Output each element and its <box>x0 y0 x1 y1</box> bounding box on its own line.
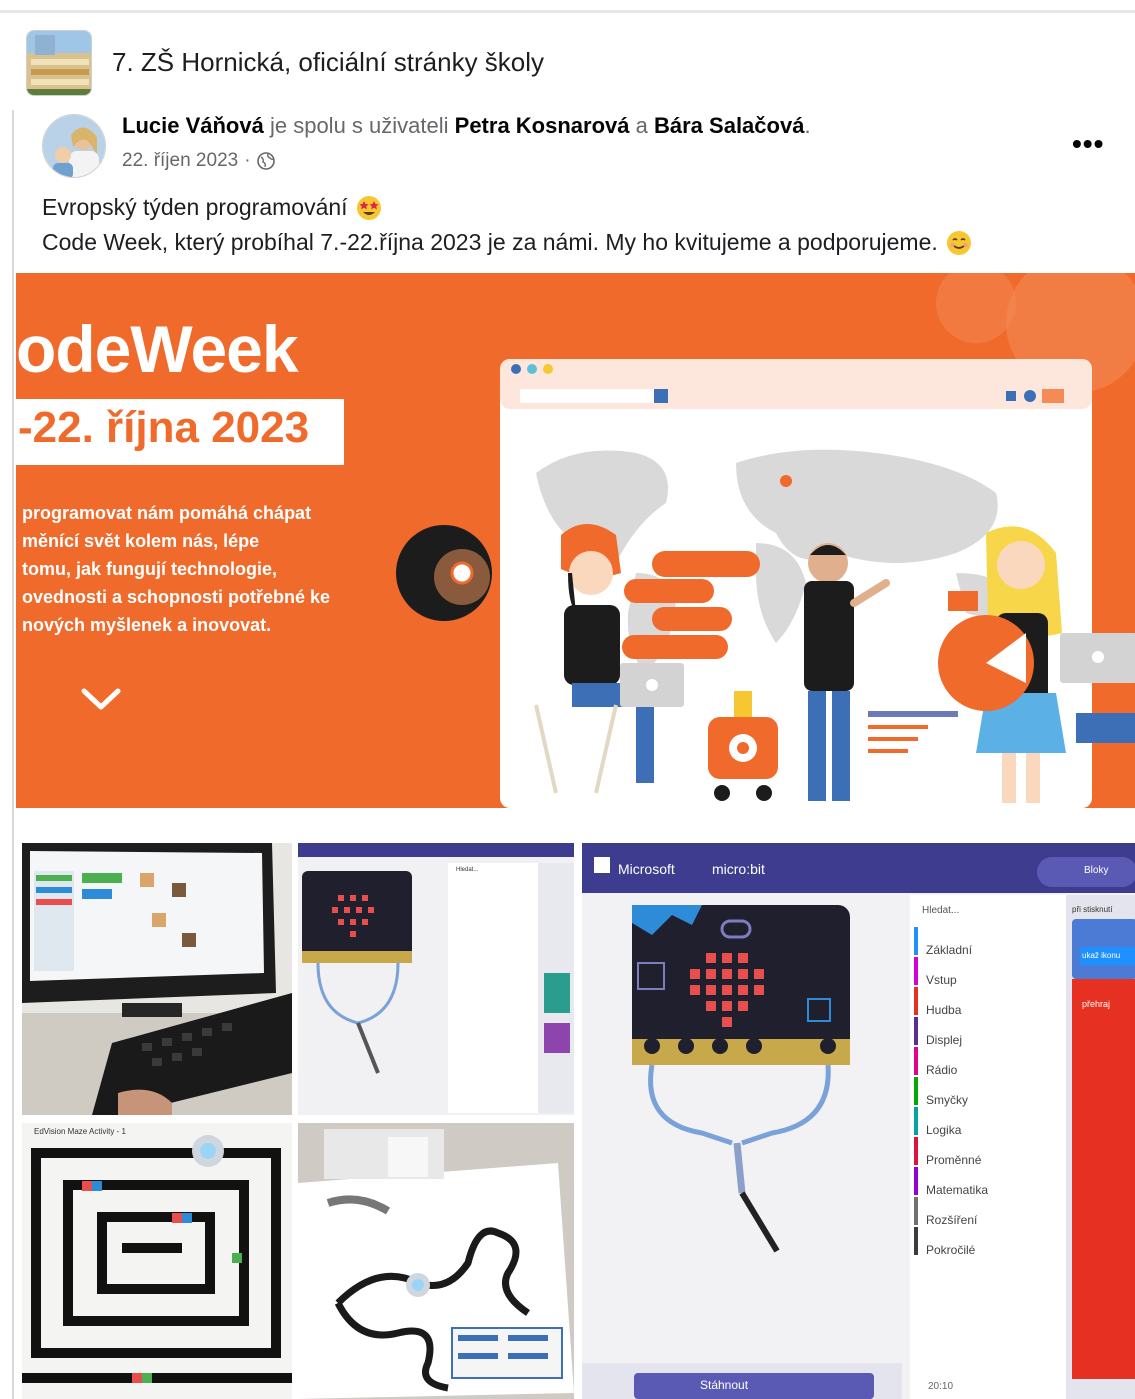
author-name[interactable]: Lucie Váňová <box>122 113 264 138</box>
meta-separator: · <box>244 150 251 171</box>
photo-makecode-small[interactable]: Hledat... <box>298 843 574 1115</box>
smiling-face-emoji-icon <box>946 230 971 255</box>
toolbox-list: Základní Vstup Hudba Displej Rádio Smyčk… <box>926 935 988 1265</box>
toolbox-item[interactable]: Rozšíření <box>926 1205 988 1235</box>
photo-ozobot-maze[interactable]: EdVision Maze Activity - 1 <box>22 1123 292 1399</box>
author-avatar[interactable] <box>42 114 106 178</box>
photo-makecode-large[interactable]: Microsoft micro:bit Bloky Hledat... Zákl… <box>582 843 1135 1399</box>
banner-date: -22. října 2023 <box>18 403 310 452</box>
post-card: Lucie Váňová je spolu s uživateli Petra … <box>12 110 1135 1399</box>
photo-ozobot-track[interactable] <box>298 1123 574 1399</box>
banner-desc-line: programovat nám pomáhá chápat <box>22 503 312 523</box>
photo-computer-desk[interactable] <box>22 843 292 1115</box>
with-text: je spolu s uživateli <box>269 113 449 138</box>
microsoft-brand: Microsoft <box>618 861 675 877</box>
page-header: 7. ZŠ Hornická, oficiální stránky školy <box>0 14 1135 104</box>
toolbox-item[interactable]: Proměnné <box>926 1145 988 1175</box>
post-author-line: Lucie Váňová je spolu s uživateli Petra … <box>122 113 811 139</box>
and-text: a <box>635 113 648 138</box>
toolbox-item[interactable]: Displej <box>926 1025 988 1055</box>
banner-description: programovat nám pomáhá chápat měnící svě… <box>22 499 352 639</box>
download-button[interactable]: Stáhnout <box>700 1378 748 1392</box>
toolbox-search-input[interactable]: Hledat... <box>922 905 959 916</box>
repeat-block: přehraj <box>1082 999 1111 1009</box>
toolbox-item[interactable]: Hudba <box>926 995 988 1025</box>
tagged-user-1[interactable]: Petra Kosnarová <box>455 113 630 138</box>
toolbox-search: Hledat... <box>456 867 479 873</box>
toolbox-item[interactable]: Logika <box>926 1115 988 1145</box>
toolbox-item[interactable]: Vstup <box>926 965 988 995</box>
toolbox-item[interactable]: Základní <box>926 935 988 965</box>
status-time: 20:10 <box>928 1381 954 1392</box>
banner-desc-line: ovednosti a schopnosti potřebné ke <box>22 587 331 607</box>
banner-title: odeWeek <box>16 312 299 386</box>
globe-icon[interactable] <box>256 152 275 170</box>
post-text-line-2: Code Week, který probíhal 7.-22.října 20… <box>42 229 938 255</box>
code-header: při stisknutí <box>1072 905 1113 914</box>
post-text: Evropský týden programování Code Week, k… <box>42 190 1122 260</box>
page-title[interactable]: 7. ZŠ Hornická, oficiální stránky školy <box>112 47 544 78</box>
star-struck-emoji-icon <box>356 195 381 220</box>
period-text: . <box>804 113 811 138</box>
post-text-line-1: Evropský týden programování <box>42 194 348 220</box>
toolbox-item[interactable]: Smyčky <box>926 1085 988 1115</box>
toolbox-item[interactable]: Rádio <box>926 1055 988 1085</box>
microbit-product: micro:bit <box>712 861 765 877</box>
banner-desc-line: nových myšlenek a inovovat. <box>22 615 272 635</box>
top-divider <box>0 10 1135 13</box>
toolbox-item[interactable]: Matematika <box>926 1175 988 1205</box>
blocks-button[interactable]: Bloky <box>1084 865 1108 876</box>
post-date[interactable]: 22. říjen 2023 <box>122 150 238 172</box>
tagged-user-2[interactable]: Bára Salačová <box>654 113 804 138</box>
banner-desc-line: měnící svět kolem nás, lépe <box>22 531 260 551</box>
toolbox-item[interactable]: Pokročilé <box>926 1235 988 1265</box>
code-block: ukaž ikonu <box>1082 951 1121 960</box>
post-meta: 22. říjen 2023 · <box>122 150 275 172</box>
maze-title: EdVision Maze Activity - 1 <box>34 1127 126 1136</box>
banner-desc-line: tomu, jak fungují technologie, <box>22 559 277 579</box>
chevron-down-icon <box>81 688 121 710</box>
more-options-button[interactable]: ••• <box>1072 128 1104 160</box>
page-avatar[interactable] <box>26 30 92 96</box>
codeweek-banner-image[interactable]: odeWeek -22. října 2023 programovat nám … <box>16 273 1135 828</box>
